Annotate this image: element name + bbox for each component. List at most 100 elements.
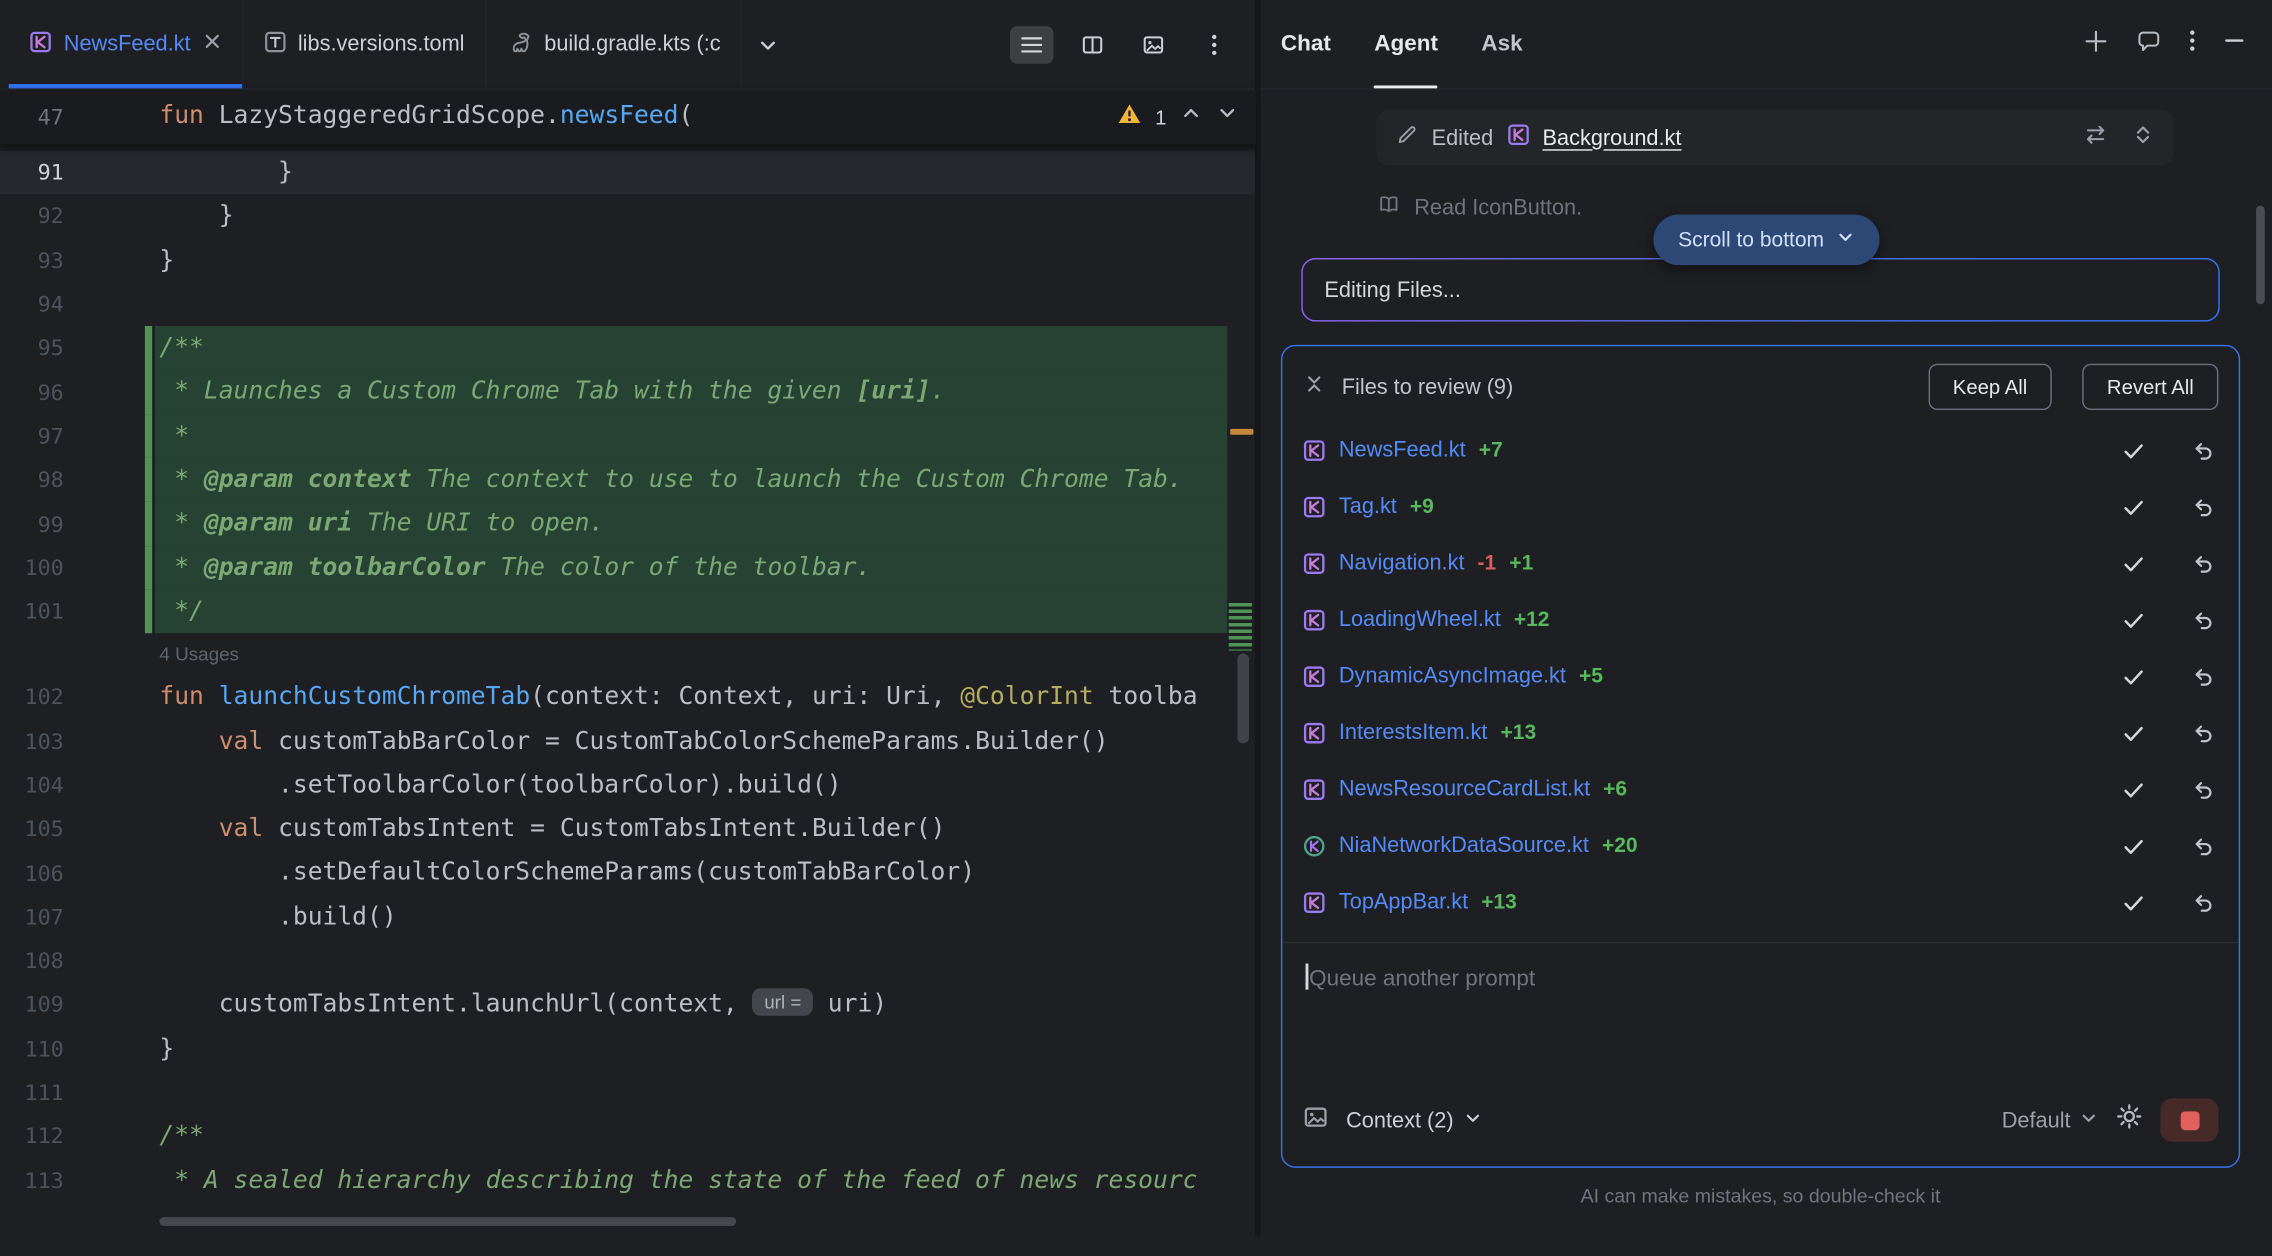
code-line[interactable]: 96 * Launches a Custom Chrome Tab with t… bbox=[0, 370, 1256, 414]
tab-chat[interactable]: Chat bbox=[1281, 0, 1331, 88]
diff-stripe-marks[interactable] bbox=[1229, 603, 1252, 651]
line-number[interactable]: 92 bbox=[0, 203, 64, 229]
warning-stripe-mark[interactable] bbox=[1230, 429, 1253, 435]
accept-file-button[interactable] bbox=[2121, 664, 2146, 687]
file-review-row[interactable]: Tag.kt+9 bbox=[1303, 478, 2219, 535]
line-number[interactable]: 104 bbox=[0, 772, 64, 798]
line-number[interactable]: 91 bbox=[0, 160, 64, 186]
revert-file-button[interactable] bbox=[2191, 551, 2216, 574]
code-line[interactable]: 104 .setToolbarColor(toolbarColor).build… bbox=[0, 763, 1256, 807]
split-editor-icon[interactable] bbox=[1071, 25, 1114, 63]
vertical-scrollbar-thumb[interactable] bbox=[1237, 653, 1249, 743]
close-tab-icon[interactable] bbox=[202, 32, 221, 57]
file-review-row[interactable]: NewsResourceCardList.kt+6 bbox=[1303, 761, 2219, 818]
file-review-row[interactable]: LoadingWheel.kt+12 bbox=[1303, 591, 2219, 648]
line-number[interactable]: 111 bbox=[0, 1080, 64, 1106]
new-chat-icon[interactable] bbox=[2084, 28, 2109, 60]
code-line[interactable]: 113 * A sealed hierarchy describing the … bbox=[0, 1159, 1256, 1203]
line-number[interactable]: 107 bbox=[0, 904, 64, 930]
code-line[interactable]: 106 .setDefaultColorSchemeParams(customT… bbox=[0, 851, 1256, 895]
line-number[interactable]: 94 bbox=[0, 291, 64, 317]
revert-all-button[interactable]: Revert All bbox=[2082, 364, 2218, 410]
show-diff-icon[interactable] bbox=[2084, 122, 2109, 152]
next-occurrence-icon[interactable] bbox=[1216, 101, 1239, 131]
file-review-row[interactable]: Navigation.kt-1+1 bbox=[1303, 535, 2219, 592]
accept-file-button[interactable] bbox=[2121, 608, 2146, 631]
revert-file-button[interactable] bbox=[2191, 777, 2216, 800]
code-line[interactable]: 99 * @param uri The URI to open. bbox=[0, 502, 1256, 546]
line-number[interactable]: 99 bbox=[0, 511, 64, 537]
revert-file-button[interactable] bbox=[2191, 664, 2216, 687]
accept-file-button[interactable] bbox=[2121, 777, 2146, 800]
revert-file-button[interactable] bbox=[2191, 890, 2216, 913]
model-selector[interactable]: Default bbox=[2002, 1108, 2098, 1133]
code-line[interactable]: 103 val customTabBarColor = CustomTabCol… bbox=[0, 720, 1256, 764]
line-number[interactable]: 98 bbox=[0, 467, 64, 493]
code-line[interactable]: 111 bbox=[0, 1071, 1256, 1115]
file-link[interactable]: LoadingWheel.kt bbox=[1339, 607, 1501, 632]
code-line[interactable]: 108 bbox=[0, 939, 1256, 983]
prev-occurrence-icon[interactable] bbox=[1179, 101, 1202, 131]
file-link[interactable]: NewsFeed.kt bbox=[1339, 438, 1466, 463]
line-number[interactable]: 97 bbox=[0, 423, 64, 449]
file-link[interactable]: InterestsItem.kt bbox=[1339, 720, 1488, 745]
accept-file-button[interactable] bbox=[2121, 495, 2146, 518]
file-link[interactable]: NiaNetworkDataSource.kt bbox=[1339, 833, 1589, 858]
file-link[interactable]: Navigation.kt bbox=[1339, 551, 1465, 576]
tab-ask[interactable]: Ask bbox=[1481, 0, 1522, 88]
prompt-input[interactable]: Queue another prompt bbox=[1303, 943, 2219, 1088]
more-options-icon[interactable] bbox=[1193, 25, 1236, 63]
code-line[interactable]: 100 * @param toolbarColor The color of t… bbox=[0, 546, 1256, 590]
warning-icon[interactable] bbox=[1117, 102, 1142, 131]
usages-inlay-hint[interactable]: 4 Usages bbox=[159, 644, 239, 666]
file-review-row[interactable]: NewsFeed.kt+7 bbox=[1303, 422, 2219, 479]
code-line[interactable]: 109 customTabsIntent.launchUrl(context, … bbox=[0, 983, 1256, 1027]
accept-file-button[interactable] bbox=[2121, 721, 2146, 744]
tab-newsfeed-kt[interactable]: NewsFeed.kt bbox=[9, 0, 243, 88]
code-line[interactable]: 102fun launchCustomChromeTab(context: Co… bbox=[0, 676, 1256, 720]
line-number[interactable]: 109 bbox=[0, 992, 64, 1018]
editor-tab-list-icon[interactable] bbox=[1010, 25, 1053, 63]
line-number[interactable]: 108 bbox=[0, 948, 64, 974]
chat-history-icon[interactable] bbox=[2136, 28, 2162, 60]
file-review-row[interactable]: DynamicAsyncImage.kt+5 bbox=[1303, 648, 2219, 705]
code-line[interactable]: 92 } bbox=[0, 195, 1256, 239]
hidden-tabs-chevron-icon[interactable] bbox=[742, 0, 794, 88]
scroll-to-bottom-button[interactable]: Scroll to bottom bbox=[1653, 214, 1879, 265]
line-number[interactable]: 105 bbox=[0, 816, 64, 842]
accept-file-button[interactable] bbox=[2121, 551, 2146, 574]
code-line[interactable]: 110} bbox=[0, 1027, 1256, 1071]
line-number[interactable]: 112 bbox=[0, 1124, 64, 1150]
line-number[interactable]: 95 bbox=[0, 335, 64, 361]
line-number[interactable]: 96 bbox=[0, 379, 64, 405]
code-line[interactable]: 91 } bbox=[0, 151, 1256, 195]
line-number[interactable]: 102 bbox=[0, 685, 64, 711]
code-line[interactable]: 105 val customTabsIntent = CustomTabsInt… bbox=[0, 807, 1256, 851]
hide-panel-icon[interactable] bbox=[2223, 29, 2246, 59]
line-number[interactable]: 106 bbox=[0, 860, 64, 886]
file-link[interactable]: TopAppBar.kt bbox=[1339, 890, 1468, 915]
settings-gear-icon[interactable] bbox=[2116, 1103, 2144, 1138]
file-link[interactable]: NewsResourceCardList.kt bbox=[1339, 777, 1590, 802]
edited-file-step[interactable]: Edited Background.kt bbox=[1377, 110, 2174, 165]
file-link[interactable]: Background.kt bbox=[1543, 125, 1682, 150]
revert-file-button[interactable] bbox=[2191, 438, 2216, 461]
line-number[interactable]: 100 bbox=[0, 555, 64, 581]
code-line[interactable]: 97 * bbox=[0, 414, 1256, 458]
attach-image-icon[interactable] bbox=[1303, 1103, 1329, 1136]
collapse-icon[interactable] bbox=[1303, 372, 1326, 402]
code-line[interactable]: 94 bbox=[0, 282, 1256, 326]
tab-libs-versions-toml[interactable]: libs.versions.toml bbox=[243, 0, 486, 88]
tab-build-gradle-kts[interactable]: build.gradle.kts (:c bbox=[486, 0, 742, 88]
accept-file-button[interactable] bbox=[2121, 890, 2146, 913]
code-line[interactable]: 101 */ bbox=[0, 590, 1256, 634]
chat-scrollbar-thumb[interactable] bbox=[2256, 206, 2265, 305]
keep-all-button[interactable]: Keep All bbox=[1928, 364, 2052, 410]
code-line[interactable]: 95/** bbox=[0, 326, 1256, 370]
screenshot-icon[interactable] bbox=[1132, 25, 1175, 63]
code-line[interactable]: 112/** bbox=[0, 1115, 1256, 1159]
stop-button[interactable] bbox=[2160, 1098, 2218, 1141]
accept-file-button[interactable] bbox=[2121, 438, 2146, 461]
expand-step-icon[interactable] bbox=[2131, 122, 2154, 152]
revert-file-button[interactable] bbox=[2191, 834, 2216, 857]
